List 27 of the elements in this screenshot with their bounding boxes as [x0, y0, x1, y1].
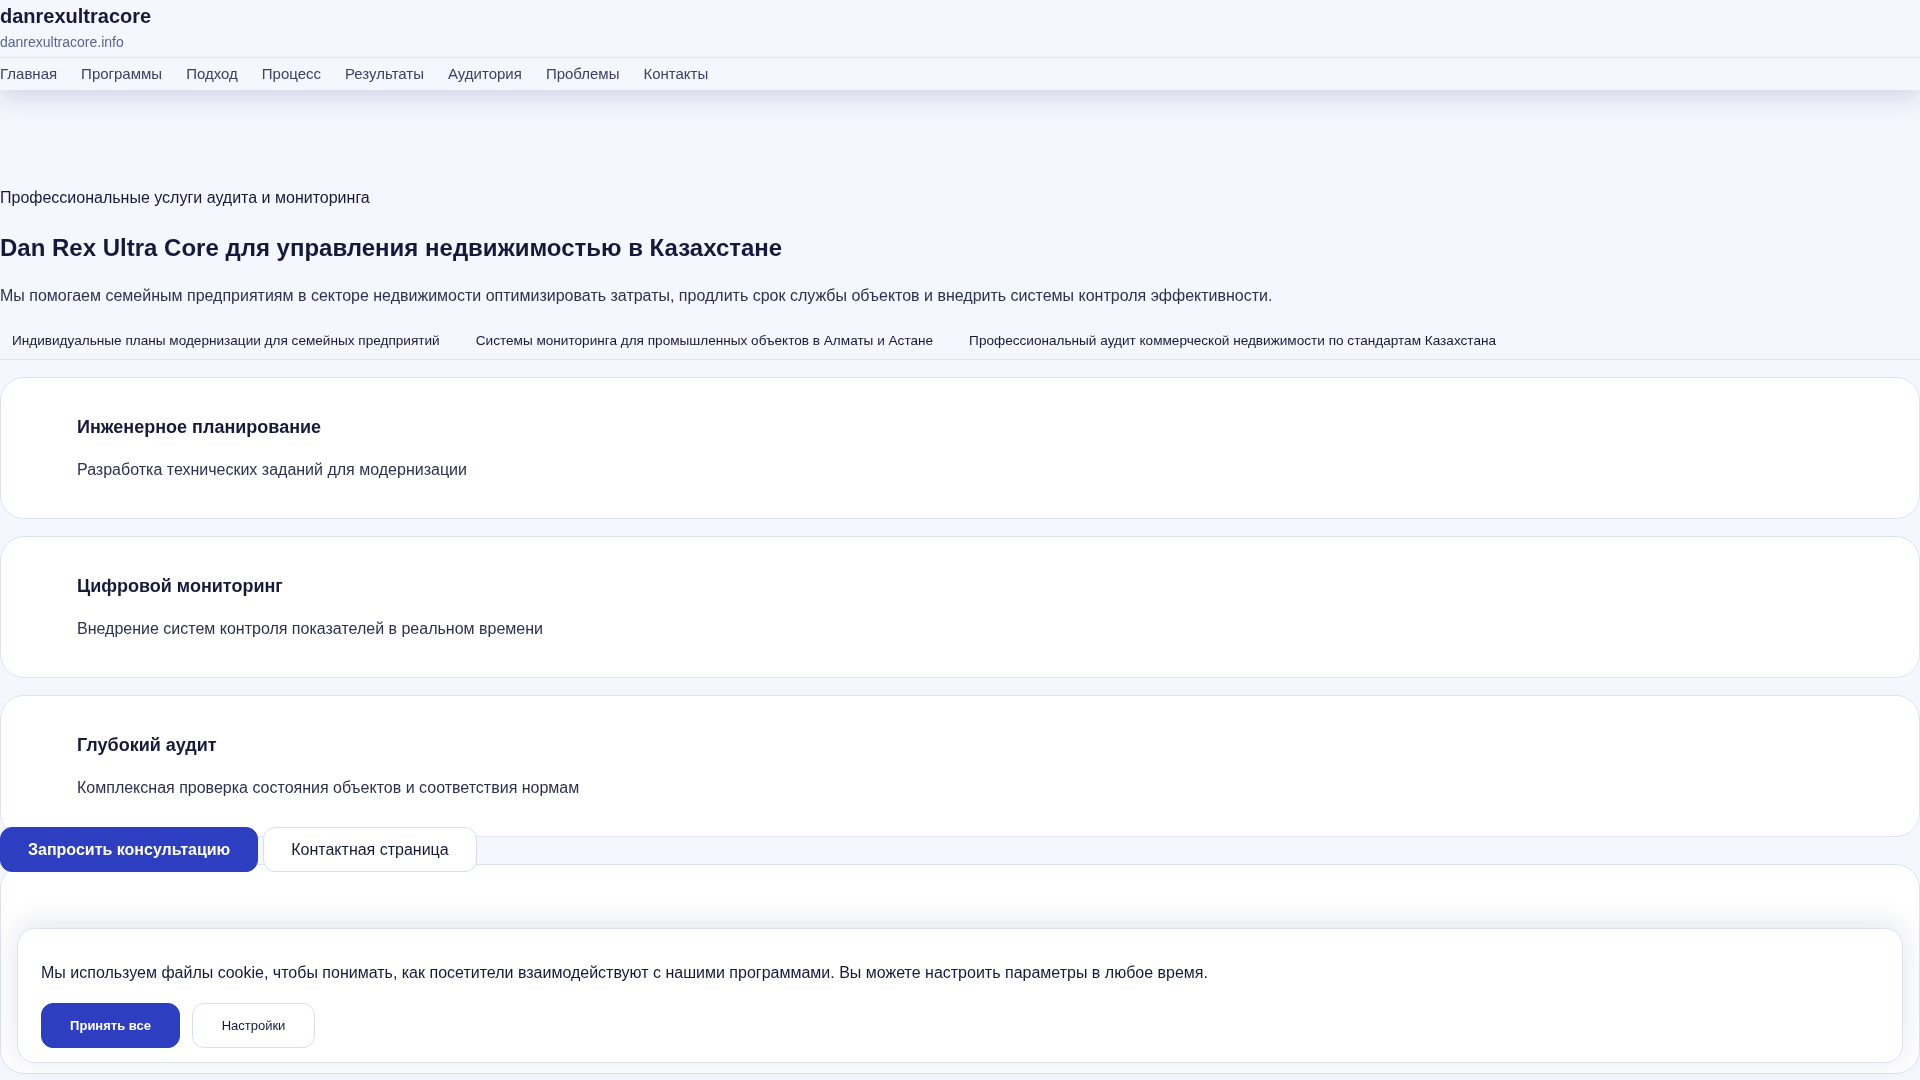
card-text: Внедрение систем контроля показателей в реальном времени: [77, 619, 543, 639]
nav-link[interactable]: Контакты: [643, 64, 709, 84]
settings-button[interactable]: Настройки: [192, 1003, 315, 1048]
contact-button[interactable]: Контактная страница: [263, 827, 477, 872]
hero-lead: Мы помогаем семейным предприятиям в секторе недвижимости оптимизировать затраты, продлить срок службы объектов и внедрить системы контроля эффективности.: [0, 286, 1273, 306]
cookie-text: Мы используем файлы cookie, чтобы понимать, как посетители взаимодействуют с нашими программами. Вы можете настроить параметры в любое время.: [41, 963, 1208, 983]
feature-tag: Системы мониторинга для промышленных объектов в Алматы и Астане: [463, 329, 946, 353]
feature-tag: Профессиональный аудит коммерческой недвижимости по стандартам Казахстана: [957, 329, 1509, 353]
accept-button[interactable]: Принять все: [41, 1003, 180, 1048]
site-title: danrexultracore: [0, 4, 152, 28]
nav-link[interactable]: Подход: [186, 64, 238, 84]
feature-tag: Индивидуальные планы модернизации для семейных предприятий: [0, 329, 452, 353]
site-domain: danrexultracore.info: [0, 33, 124, 51]
card-title: Инженерное планирование: [77, 416, 322, 439]
nav-link[interactable]: Результаты: [345, 64, 424, 84]
card-text: Комплексная проверка состояния объектов и соответствия нормам: [77, 778, 580, 798]
nav-link[interactable]: Главная: [0, 64, 58, 84]
consultation-button[interactable]: Запросить консультацию: [0, 827, 259, 872]
card-title: Глубокий аудит: [77, 734, 217, 757]
hero-heading: Dan Rex Ultra Core для управления недвижимостью в Казахстане: [0, 233, 783, 263]
card-title: Цифровой мониторинг: [77, 575, 283, 598]
nav-link[interactable]: Аудитория: [448, 64, 522, 84]
card-text: Разработка технических заданий для модернизации: [77, 460, 467, 480]
hero-eyebrow: Профессиональные услуги аудита и мониторинга: [0, 188, 370, 208]
nav-link[interactable]: Проблемы: [545, 64, 620, 84]
nav-link[interactable]: Процесс: [261, 64, 321, 84]
nav-link[interactable]: Программы: [81, 64, 163, 84]
